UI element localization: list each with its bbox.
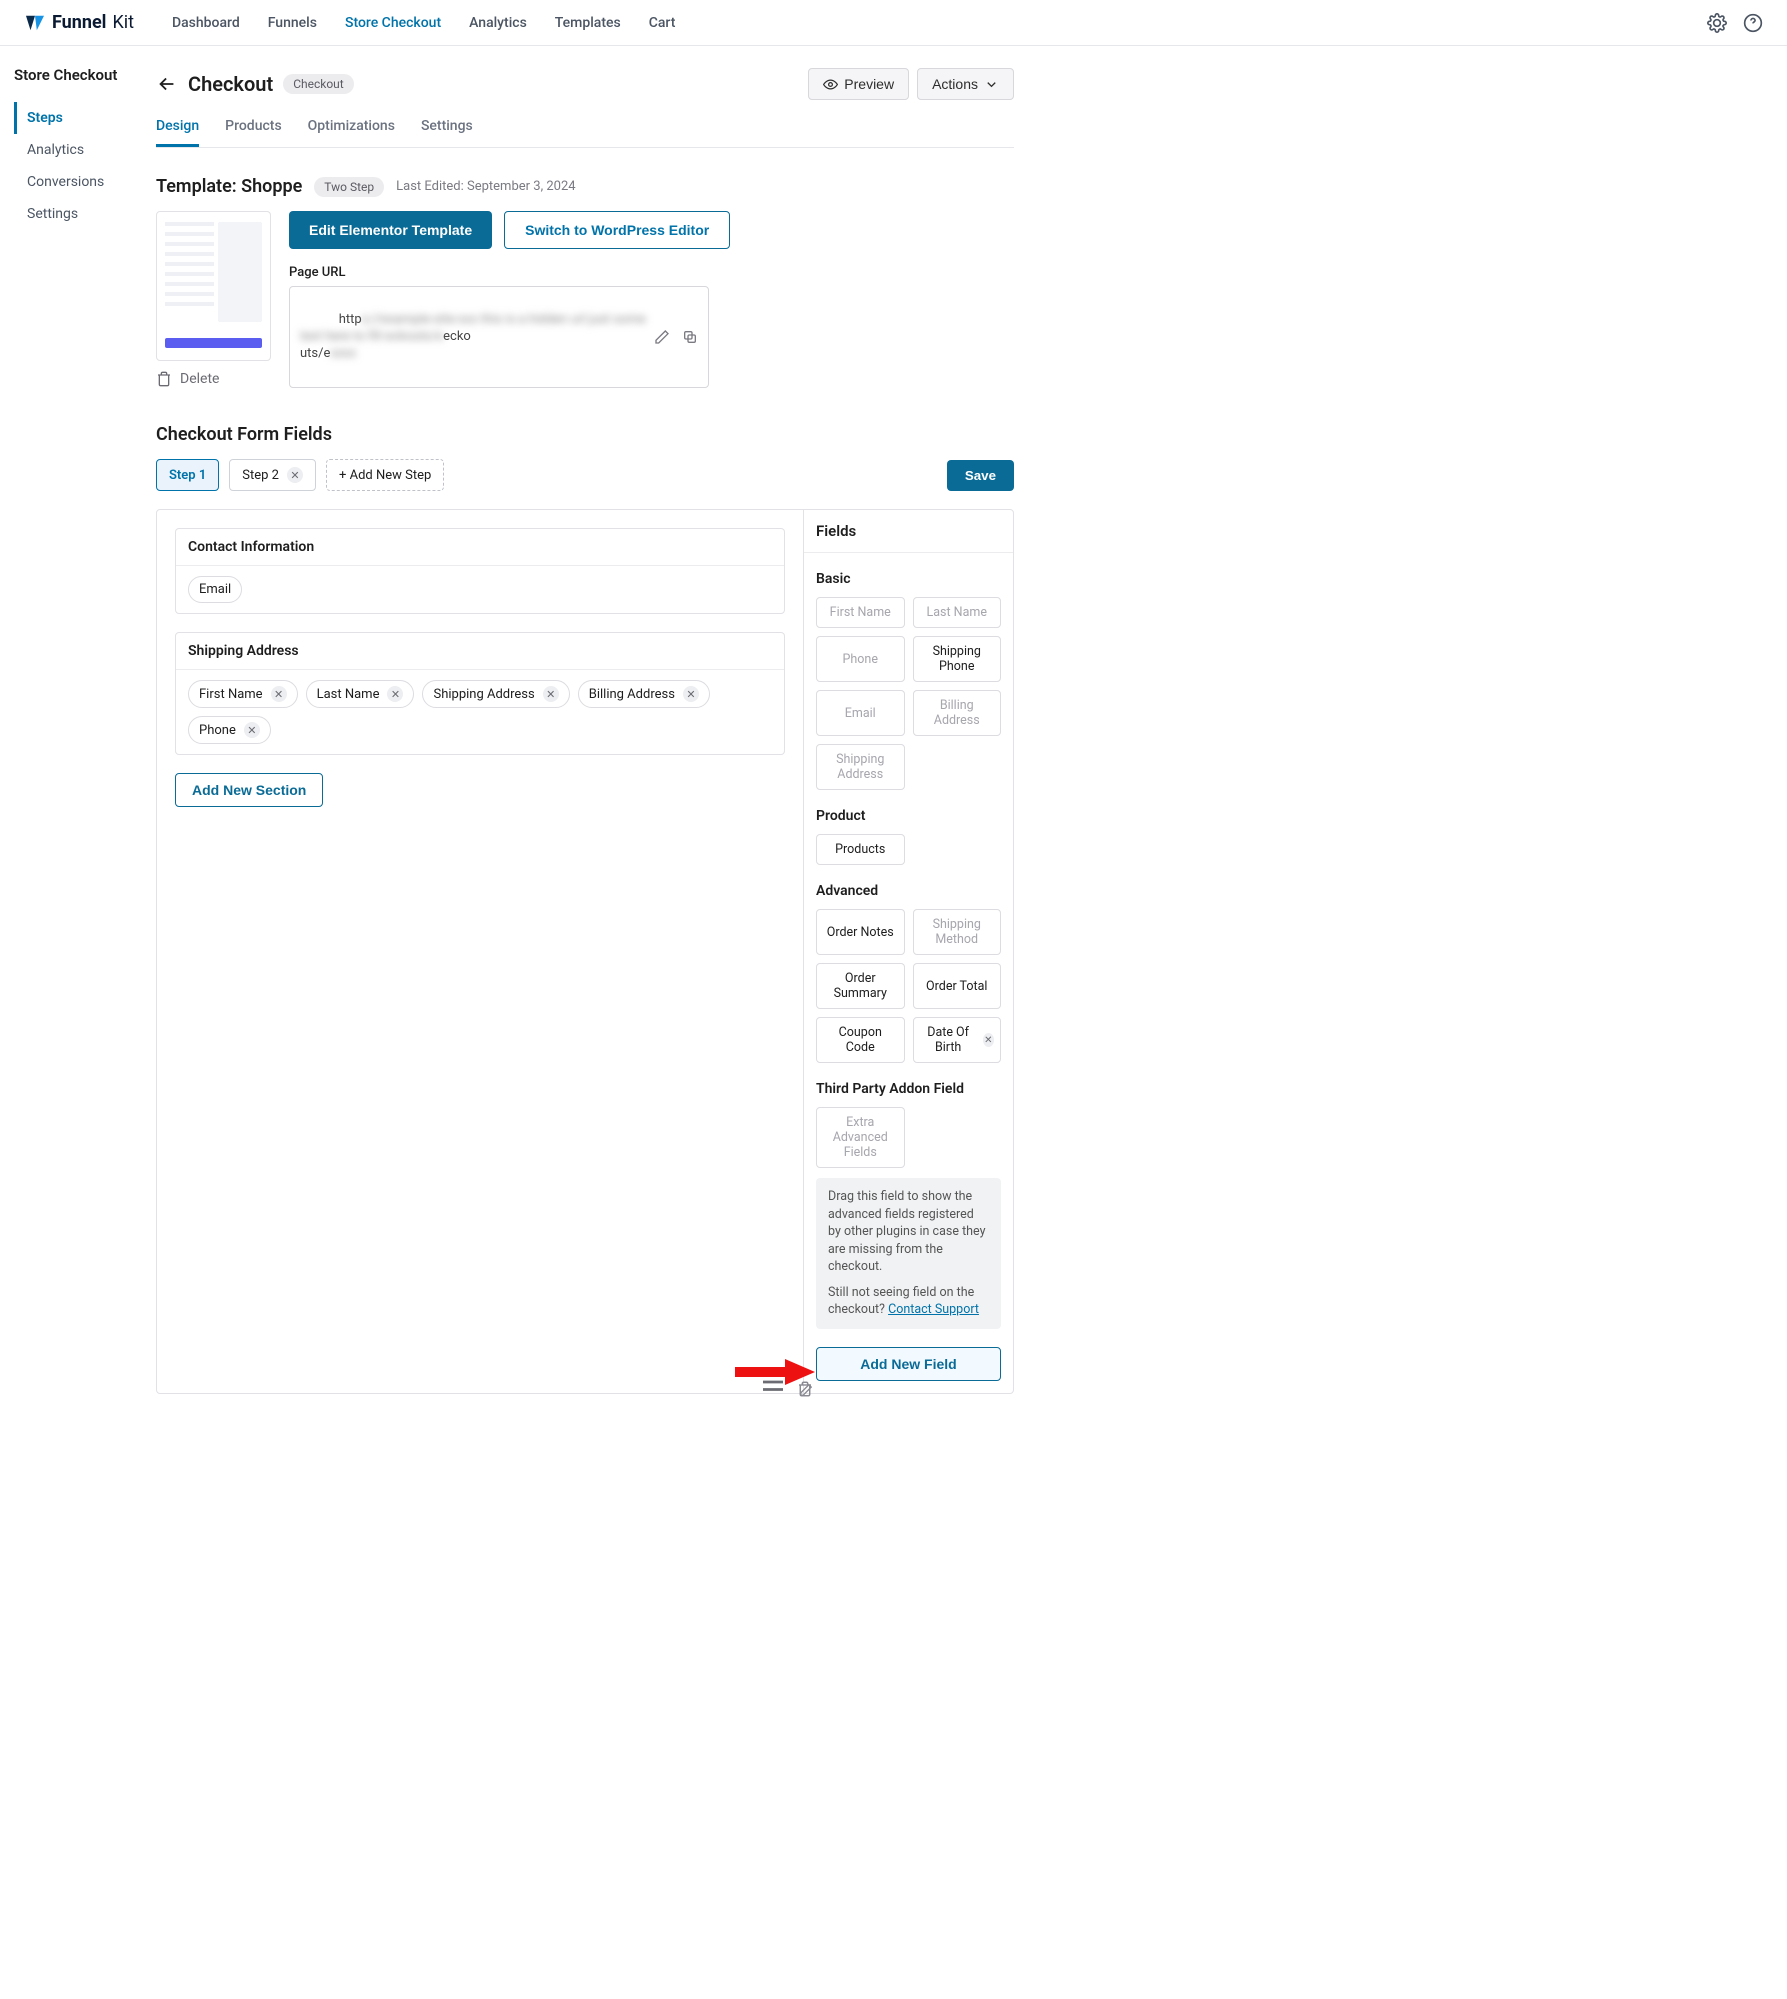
copy-icon[interactable] [682, 329, 698, 345]
avail-first-name[interactable]: First Name [816, 597, 905, 628]
page-url-label: Page URL [289, 265, 1014, 280]
remove-field-icon[interactable]: ✕ [271, 686, 287, 702]
field-pill[interactable]: Last Name✕ [306, 680, 415, 708]
logo-text-2: Kit [112, 12, 134, 33]
edit-icon[interactable] [654, 329, 670, 345]
panel-title: Fields [804, 510, 1013, 553]
avail-shipping-address[interactable]: Shipping Address [816, 744, 905, 790]
sidebar-item-conversions[interactable]: Conversions [14, 166, 150, 198]
nav-store-checkout[interactable]: Store Checkout [345, 15, 441, 31]
section-title-label: Contact Information [188, 539, 314, 555]
actions-button[interactable]: Actions [917, 68, 1014, 100]
tab-design[interactable]: Design [156, 108, 199, 147]
eye-icon [823, 77, 838, 92]
step-1-pill[interactable]: Step 1 [156, 459, 219, 491]
annotation-arrow-icon [735, 1357, 815, 1387]
fields-panel: Fields Basic First Name Last Name Phone … [803, 510, 1013, 1393]
template-title: Template: Shoppe [156, 176, 302, 197]
field-pill[interactable]: First Name✕ [188, 680, 298, 708]
nav-cart[interactable]: Cart [649, 15, 676, 31]
form-canvas: Contact Information Email Shipping Addre… [157, 510, 803, 1393]
avail-order-total[interactable]: Order Total [913, 963, 1002, 1009]
avail-last-name[interactable]: Last Name [913, 597, 1002, 628]
sidebar-title: Store Checkout [14, 66, 150, 84]
remove-field-icon[interactable]: ✕ [244, 722, 260, 738]
sidebar-item-steps[interactable]: Steps [14, 102, 150, 134]
form-fields-title: Checkout Form Fields [156, 424, 1014, 445]
sidebar-item-analytics[interactable]: Analytics [14, 134, 150, 166]
page-url-text: https://example-site-xxx this is a hidde… [300, 295, 646, 379]
page-type-chip: Checkout [283, 74, 354, 94]
nav-funnels[interactable]: Funnels [268, 15, 317, 31]
avail-phone[interactable]: Phone [816, 636, 905, 682]
delete-template-button[interactable]: Delete [156, 371, 271, 387]
last-edited: Last Edited: September 3, 2024 [396, 179, 575, 194]
trash-icon [156, 371, 172, 387]
add-new-section-button[interactable]: Add New Section [175, 773, 323, 807]
avail-order-notes[interactable]: Order Notes [816, 909, 905, 955]
panel-product-heading: Product [816, 808, 1001, 824]
save-button[interactable]: Save [947, 460, 1014, 491]
section-title-label: Shipping Address [188, 643, 299, 659]
tabs: Design Products Optimizations Settings [156, 108, 1014, 148]
section-shipping-address: Shipping Address First Name✕ Last Name✕ … [175, 632, 785, 755]
template-thumbnail[interactable] [156, 211, 271, 361]
avail-shipping-method[interactable]: Shipping Method [913, 909, 1002, 955]
sidebar-item-settings[interactable]: Settings [14, 198, 150, 230]
avail-coupon-code[interactable]: Coupon Code [816, 1017, 905, 1063]
tab-settings[interactable]: Settings [421, 108, 473, 147]
back-arrow-icon[interactable] [156, 73, 178, 95]
field-pill[interactable]: Shipping Address✕ [422, 680, 569, 708]
panel-advanced-heading: Advanced [816, 883, 1001, 899]
field-pill-email[interactable]: Email [188, 576, 242, 603]
logo-icon [24, 14, 46, 32]
page-title: Checkout [188, 72, 273, 96]
add-new-step-button[interactable]: + Add New Step [326, 459, 444, 491]
avail-order-summary[interactable]: Order Summary [816, 963, 905, 1009]
avail-shipping-phone[interactable]: Shipping Phone [913, 636, 1002, 682]
avail-email[interactable]: Email [816, 690, 905, 736]
nav-templates[interactable]: Templates [555, 15, 621, 31]
field-pill[interactable]: Billing Address✕ [578, 680, 710, 708]
avail-products[interactable]: Products [816, 834, 905, 865]
preview-button[interactable]: Preview [808, 68, 909, 100]
logo[interactable]: Funnel Kit [24, 12, 134, 33]
help-icon[interactable] [1743, 13, 1763, 33]
page-url-box: https://example-site-xxx this is a hidde… [289, 286, 709, 388]
nav-analytics[interactable]: Analytics [469, 15, 527, 31]
step-2-pill[interactable]: Step 2 ✕ [229, 459, 316, 491]
sidebar: Store Checkout Steps Analytics Conversio… [0, 46, 150, 1454]
edit-template-button[interactable]: Edit Elementor Template [289, 211, 492, 249]
panel-basic-heading: Basic [816, 571, 1001, 587]
panel-third-heading: Third Party Addon Field [816, 1081, 1001, 1097]
avail-date-of-birth[interactable]: Date Of Birth✕ [913, 1017, 1002, 1063]
field-pill[interactable]: Phone✕ [188, 716, 271, 744]
remove-field-icon[interactable]: ✕ [543, 686, 559, 702]
tab-products[interactable]: Products [225, 108, 282, 147]
add-new-field-button[interactable]: Add New Field [816, 1347, 1001, 1381]
switch-editor-button[interactable]: Switch to WordPress Editor [504, 211, 730, 249]
remove-field-icon[interactable]: ✕ [387, 686, 403, 702]
logo-text-1: Funnel [52, 12, 106, 33]
contact-support-link[interactable]: Contact Support [888, 1302, 979, 1317]
remove-step-2-icon[interactable]: ✕ [287, 467, 303, 483]
gear-icon[interactable] [1707, 13, 1727, 33]
template-badge: Two Step [314, 177, 384, 197]
chevron-down-icon [984, 77, 999, 92]
panel-hint: Drag this field to show the advanced fie… [816, 1178, 1001, 1329]
section-contact-information: Contact Information Email [175, 528, 785, 614]
nav-dashboard[interactable]: Dashboard [172, 15, 240, 31]
remove-field-icon[interactable]: ✕ [983, 1033, 994, 1047]
remove-field-icon[interactable]: ✕ [683, 686, 699, 702]
tab-optimizations[interactable]: Optimizations [308, 108, 395, 147]
avail-billing-address[interactable]: Billing Address [913, 690, 1002, 736]
avail-extra-advanced[interactable]: Extra Advanced Fields [816, 1107, 905, 1168]
top-nav: Dashboard Funnels Store Checkout Analyti… [172, 15, 675, 31]
